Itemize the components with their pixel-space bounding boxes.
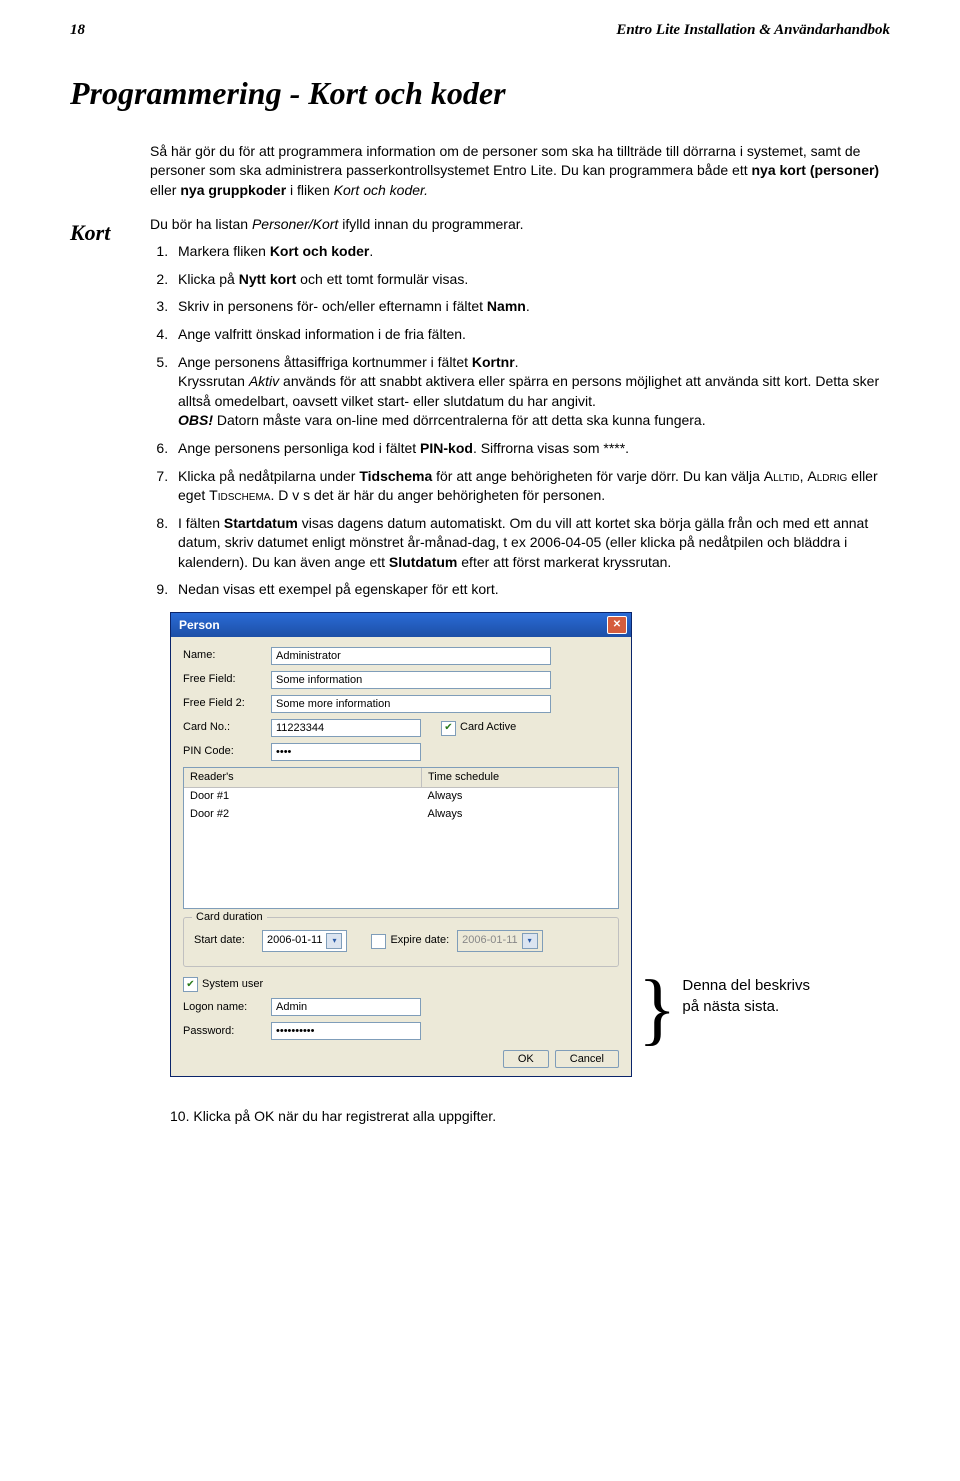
intro-paragraph: Så här gör du för att programmera inform… <box>150 142 890 201</box>
step-2: Klicka på Nytt kort och ett tomt formulä… <box>172 270 890 290</box>
intro-paragraph-2: Du bör ha listan Personer/Kort ifylld in… <box>150 215 890 235</box>
label-pin: PIN Code: <box>183 744 263 759</box>
label-cardno: Card No.: <box>183 720 263 735</box>
checkbox-icon: ✔ <box>183 977 198 992</box>
doc-title: Entro Lite Installation & Användarhandbo… <box>616 20 890 41</box>
steps-list: Markera fliken Kort och koder. Klicka på… <box>150 242 890 600</box>
close-icon[interactable]: ✕ <box>607 616 627 634</box>
chevron-down-icon: ▾ <box>522 933 538 949</box>
card-active-checkbox[interactable]: ✔ Card Active <box>441 720 516 735</box>
label-startdate: Start date: <box>194 933 254 948</box>
cancel-button[interactable]: Cancel <box>555 1050 619 1068</box>
startdate-picker[interactable]: 2006-01-11 ▾ <box>262 930 347 952</box>
page-number: 18 <box>70 20 85 41</box>
step-4: Ange valfritt önskad information i de fr… <box>172 325 890 345</box>
expiredate-picker: 2006-01-11 ▾ <box>457 930 542 952</box>
system-user-checkbox[interactable]: ✔ System user <box>183 977 263 992</box>
logon-input[interactable] <box>271 998 421 1016</box>
bracket-icon: } <box>638 981 676 1037</box>
checkbox-icon <box>371 934 386 949</box>
person-dialog: Person ✕ Name: Free Field: Free Field 2: <box>170 612 632 1077</box>
step-5: Ange personens åttasiffriga kortnummer i… <box>172 353 890 431</box>
col-schedule: Time schedule <box>422 768 618 787</box>
label-freefield2: Free Field 2: <box>183 696 263 711</box>
label-password: Password: <box>183 1024 263 1039</box>
step-7: Klicka på nedåtpilarna under Tidschema f… <box>172 467 890 506</box>
name-field[interactable] <box>271 647 551 665</box>
cardno-input[interactable] <box>271 719 421 737</box>
freefield2-input[interactable] <box>271 695 551 713</box>
page-title: Programmering - Kort och koder <box>70 71 890 116</box>
step-8: I fälten Startdatum visas dagens datum a… <box>172 514 890 573</box>
reader-schedule-list[interactable]: Reader's Time schedule Door #1 Always Do… <box>183 767 619 909</box>
list-item[interactable]: Door #2 Always <box>184 806 618 823</box>
label-logon: Logon name: <box>183 1000 263 1015</box>
dialog-titlebar: Person ✕ <box>171 613 631 637</box>
pin-input[interactable] <box>271 743 421 761</box>
page-header: 18 Entro Lite Installation & Användarhan… <box>70 20 890 41</box>
side-note: Denna del beskrivs på nästa sista. <box>682 975 810 1017</box>
dialog-title: Person <box>179 617 220 634</box>
list-item[interactable]: Door #1 Always <box>184 788 618 805</box>
step-6: Ange personens personliga kod i fältet P… <box>172 439 890 459</box>
checkbox-icon: ✔ <box>441 721 456 736</box>
step-10: 10. Klicka på OK när du har registrerat … <box>170 1107 890 1127</box>
expire-checkbox[interactable]: Expire date: <box>371 933 449 948</box>
label-freefield1: Free Field: <box>183 672 263 687</box>
col-readers: Reader's <box>184 768 422 787</box>
group-title: Card duration <box>192 910 267 925</box>
ok-button[interactable]: OK <box>503 1050 549 1068</box>
freefield1-input[interactable] <box>271 671 551 689</box>
card-duration-group: Card duration Start date: 2006-01-11 ▾ E… <box>183 917 619 967</box>
step-1: Markera fliken Kort och koder. <box>172 242 890 262</box>
chevron-down-icon: ▾ <box>326 933 342 949</box>
password-input[interactable] <box>271 1022 421 1040</box>
label-name: Name: <box>183 648 263 663</box>
section-label: Kort <box>70 218 130 249</box>
step-3: Skriv in personens för- och/eller eftern… <box>172 297 890 317</box>
step-9: Nedan visas ett exempel på egenskaper fö… <box>172 580 890 600</box>
